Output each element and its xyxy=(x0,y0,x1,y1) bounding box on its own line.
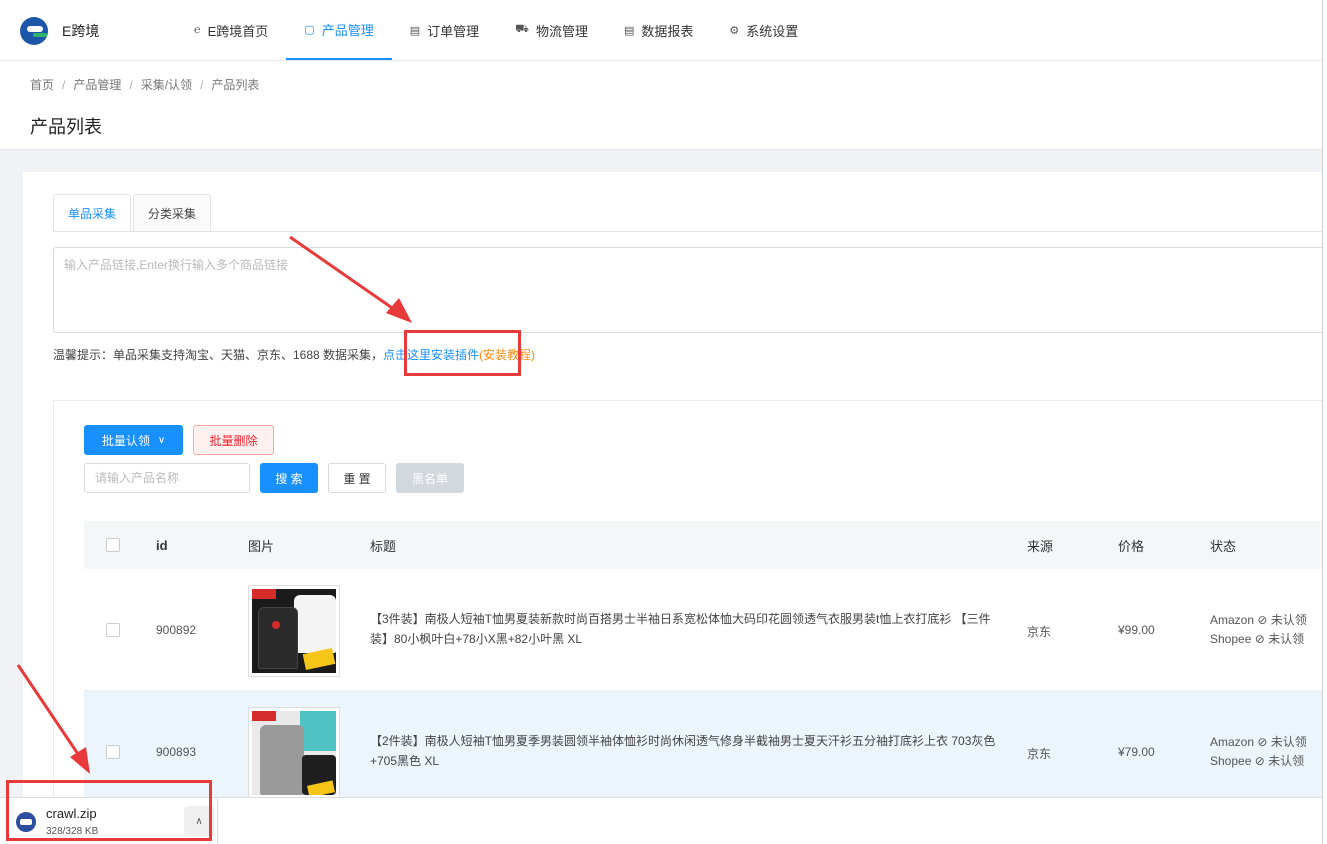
nav-item-products[interactable]: ▢ 产品管理 xyxy=(286,0,392,60)
tip-text: 温馨提示：单品采集支持淘宝、天猫、京东、1688 数据采集， xyxy=(53,348,384,362)
tabs-divider xyxy=(53,231,1327,232)
breadcrumb: 首页 / 产品管理 / 采集/认领 / 产品列表 xyxy=(30,78,260,92)
nav-label: 订单管理 xyxy=(427,23,480,39)
chevron-up-icon[interactable]: ∧ xyxy=(184,806,214,836)
app-logo[interactable]: E跨境 xyxy=(20,17,99,45)
product-price: ¥99.00 xyxy=(1118,623,1155,637)
nav-label: 系统设置 xyxy=(746,23,799,39)
nav-item-orders[interactable]: ▤ 订单管理 xyxy=(392,0,497,60)
logo-icon xyxy=(20,17,48,45)
select-all-checkbox[interactable] xyxy=(106,538,120,552)
tab-category-collect[interactable]: 分类采集 xyxy=(133,194,212,232)
nav-label: 产品管理 xyxy=(321,22,374,38)
window-edge xyxy=(1322,0,1327,844)
product-source: 京东 xyxy=(1027,747,1052,761)
breadcrumb-collect[interactable]: 采集/认领 xyxy=(141,78,192,92)
tshirt-image xyxy=(252,711,336,795)
install-tutorial-link[interactable]: (安装教程) xyxy=(479,348,535,362)
product-status: Amazon ⊘ 未认领 Shopee ⊘ 未认领 xyxy=(1210,611,1307,649)
search-button[interactable]: 搜 索 xyxy=(260,463,318,493)
row-checkbox[interactable] xyxy=(106,623,120,637)
zip-file-icon xyxy=(16,812,36,832)
product-icon: ▢ xyxy=(304,23,315,36)
column-header-status: 状态 xyxy=(1210,538,1237,554)
amazon-status: Amazon ⊘ 未认领 xyxy=(1210,613,1307,627)
breadcrumb-product-mgmt[interactable]: 产品管理 xyxy=(73,78,121,92)
nav-label: 物流管理 xyxy=(535,23,588,39)
tab-single-collect[interactable]: 单品采集 xyxy=(53,194,132,232)
breadcrumb-home[interactable]: 首页 xyxy=(30,78,54,92)
nav-item-settings[interactable]: ⚙ 系统设置 xyxy=(711,0,816,60)
product-price: ¥79.00 xyxy=(1118,745,1155,759)
install-plugin-link[interactable]: 点击这里安装插件 xyxy=(383,348,479,362)
product-source: 京东 xyxy=(1027,625,1052,639)
nav-label: 数据报表 xyxy=(641,23,694,39)
column-header-title: 标题 xyxy=(370,538,397,554)
chevron-down-icon: ∨ xyxy=(157,434,166,446)
report-icon: ▤ xyxy=(623,24,635,37)
product-title[interactable]: 【3件装】南极人短袖T恤男夏装新款时尚百搭男士半袖日系宽松体恤大码印花圆领透气衣… xyxy=(370,609,1000,649)
row-checkbox[interactable] xyxy=(106,745,120,759)
e-icon: ℮ xyxy=(194,24,201,36)
download-bar: crawl.zip 328/328 KB ∧ xyxy=(0,797,1327,844)
column-header-id[interactable]: id xyxy=(156,521,168,569)
product-id: 900892 xyxy=(156,623,197,637)
nav-item-home[interactable]: ℮ E跨境首页 xyxy=(176,0,286,60)
main-nav: ℮ E跨境首页 ▢ 产品管理 ▤ 订单管理 ⛟ 物流管理 ▤ 数据报表 ⚙ 系统… xyxy=(176,0,816,60)
product-title[interactable]: 【2件装】南极人短袖T恤男夏季男装圆领半袖体恤衫时尚休闲透气修身半截袖男士夏天汗… xyxy=(370,731,1000,771)
product-status: Amazon ⊘ 未认领 Shopee ⊘ 未认领 xyxy=(1210,733,1307,771)
column-header-image: 图片 xyxy=(248,538,275,554)
shopee-status: Shopee ⊘ 未认领 xyxy=(1210,632,1305,646)
nav-item-reports[interactable]: ▤ 数据报表 xyxy=(606,0,711,60)
download-filename: crawl.zip xyxy=(46,806,97,821)
batch-claim-button[interactable]: 批量认领 ∨ xyxy=(84,425,183,455)
product-name-search-input[interactable] xyxy=(84,463,250,493)
product-id: 900893 xyxy=(156,745,197,759)
nav-label: E跨境首页 xyxy=(207,23,269,39)
table-row[interactable]: 900892 【3件装】南极人短袖T恤男夏装新款时尚百搭男士半袖日系宽松体恤大码… xyxy=(84,569,1327,691)
top-navbar: E跨境 ℮ E跨境首页 ▢ 产品管理 ▤ 订单管理 ⛟ 物流管理 ▤ 数据报表 … xyxy=(0,0,1327,61)
app-name: E跨境 xyxy=(62,23,100,39)
breadcrumb-current: 产品列表 xyxy=(211,78,260,92)
page-title: 产品列表 xyxy=(30,117,102,137)
download-size: 328/328 KB xyxy=(46,826,99,837)
nav-item-logistics[interactable]: ⛟ 物流管理 xyxy=(497,0,606,60)
truck-icon: ⛟ xyxy=(515,23,529,35)
table-row[interactable]: 900893 【2件装】南极人短袖T恤男夏季男装圆领半袖体恤衫时尚休闲透气修身半… xyxy=(84,691,1327,813)
product-url-input[interactable] xyxy=(53,247,1327,333)
reset-button[interactable]: 重 置 xyxy=(328,463,386,493)
collect-tabs: 单品采集 分类采集 xyxy=(53,194,213,232)
table-header: id 图片 标题 来源 价格 状态 xyxy=(84,521,1327,569)
shopee-status: Shopee ⊘ 未认领 xyxy=(1210,754,1305,768)
product-list-panel: 批量认领 ∨ 批量删除 搜 索 重 置 黑名单 id 图片 标题 来源 价格 状… xyxy=(53,400,1327,813)
download-item[interactable]: crawl.zip 328/328 KB ∧ xyxy=(8,798,218,844)
amazon-status: Amazon ⊘ 未认领 xyxy=(1210,735,1307,749)
collect-card: 单品采集 分类采集 温馨提示：单品采集支持淘宝、天猫、京东、1688 数据采集，… xyxy=(23,172,1327,813)
page-header: 首页 / 产品管理 / 采集/认领 / 产品列表 产品列表 xyxy=(0,61,1327,150)
product-image[interactable] xyxy=(248,707,340,799)
gear-icon: ⚙ xyxy=(729,24,740,37)
column-header-source: 来源 xyxy=(1027,538,1054,554)
batch-delete-button[interactable]: 批量删除 xyxy=(193,425,274,455)
order-icon: ▤ xyxy=(409,24,421,37)
tshirt-image xyxy=(252,589,336,673)
blacklist-button[interactable]: 黑名单 xyxy=(396,463,464,493)
column-header-price: 价格 xyxy=(1118,538,1145,554)
product-image[interactable] xyxy=(248,585,340,677)
collect-tip: 温馨提示：单品采集支持淘宝、天猫、京东、1688 数据采集，点击这里安装插件(安… xyxy=(53,346,535,363)
